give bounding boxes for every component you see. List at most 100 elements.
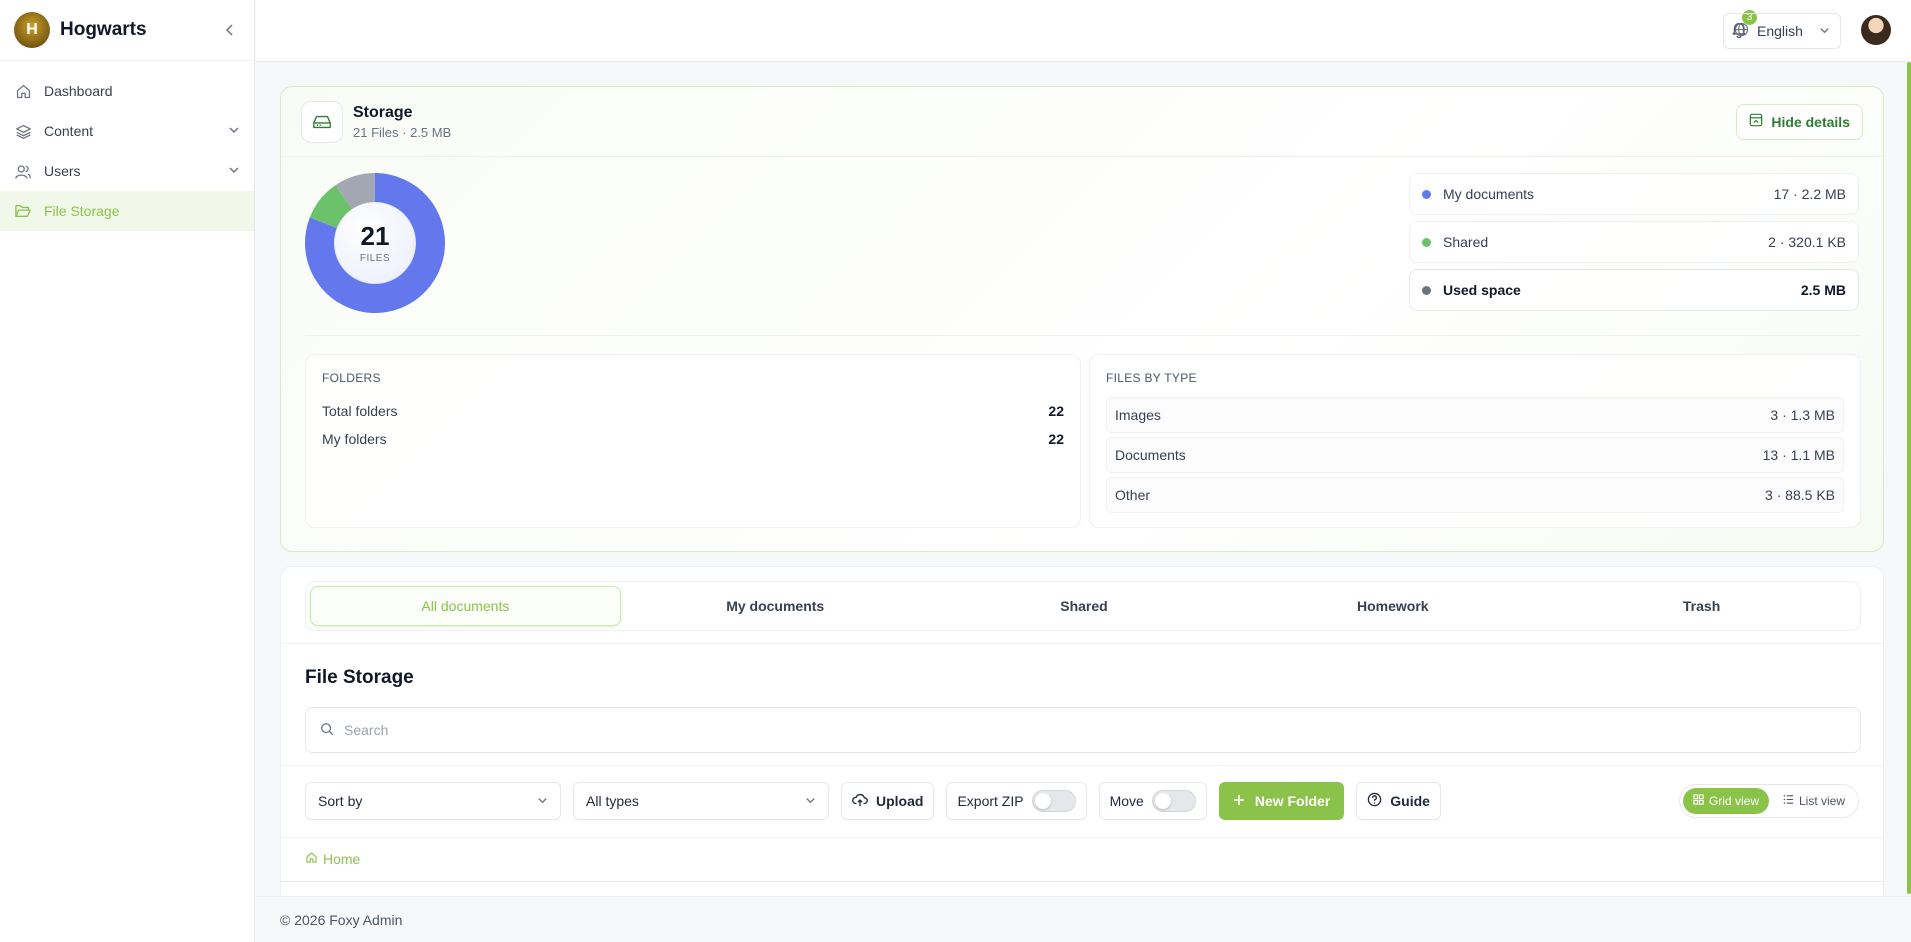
sidebar-item-label: Users [44, 163, 81, 179]
chevron-down-icon [537, 793, 548, 809]
sidebar-item-label: File Storage [44, 203, 120, 219]
hide-details-button[interactable]: Hide details [1736, 103, 1863, 140]
sort-select[interactable]: Sort by [305, 782, 561, 820]
legend-value: 2.5 MB [1800, 282, 1846, 298]
search-icon [320, 722, 334, 739]
grid-view-label: Grid view [1708, 794, 1759, 808]
type-label: All types [586, 793, 639, 809]
list-icon [1783, 794, 1794, 808]
chevron-down-icon[interactable] [228, 163, 240, 179]
files-by-type-panel: FILES BY TYPE Images 3 · 1.3 MB Document… [1089, 354, 1861, 528]
breadcrumb: Home [305, 851, 360, 867]
file-storage-card: All documents My documents Shared Homewo… [280, 566, 1884, 942]
users-icon [14, 162, 32, 180]
sidebar-item-dashboard[interactable]: Dashboard [0, 71, 254, 111]
donut-center: 21 FILES [334, 202, 416, 284]
document-tabs: All documents My documents Shared Homewo… [305, 581, 1861, 631]
export-zip-label: Export ZIP [957, 793, 1024, 809]
row-value: 3 · 1.3 MB [1770, 407, 1835, 423]
legend-value: 17 · 2.2 MB [1773, 186, 1846, 202]
sidebar-item-content[interactable]: Content [0, 111, 254, 151]
search-placeholder: Search [344, 722, 389, 738]
home-icon [14, 82, 32, 100]
tab-homework[interactable]: Homework [1238, 586, 1547, 626]
brand-name: Hogwarts [60, 19, 147, 40]
chevron-down-icon[interactable] [228, 123, 240, 139]
type-row-images: Images 3 · 1.3 MB [1106, 397, 1844, 433]
globe-icon [1734, 22, 1749, 40]
list-view-button[interactable]: List view [1773, 788, 1855, 814]
divider [281, 837, 1883, 838]
new-folder-label: New Folder [1254, 793, 1331, 809]
collapse-panel-icon [1749, 113, 1763, 130]
export-zip-control: Export ZIP [946, 782, 1087, 820]
storage-summary-card: Storage 21 Files · 2.5 MB Hide details 2… [280, 86, 1884, 552]
tab-trash[interactable]: Trash [1547, 586, 1856, 626]
row-label: Other [1115, 487, 1151, 503]
avatar[interactable] [1861, 15, 1891, 45]
collapse-sidebar-icon[interactable] [220, 20, 240, 40]
breadcrumb-home[interactable]: Home [323, 851, 360, 867]
hide-details-label: Hide details [1771, 113, 1850, 130]
row-label: Documents [1115, 447, 1186, 463]
guide-label: Guide [1390, 793, 1430, 809]
row-label: My folders [322, 431, 387, 447]
search-input[interactable]: Search [305, 707, 1861, 753]
help-circle-icon [1367, 792, 1382, 810]
tab-shared[interactable]: Shared [930, 586, 1239, 626]
storage-subtitle: 21 Files · 2.5 MB [353, 124, 452, 140]
list-view-label: List view [1798, 794, 1845, 808]
move-control: Move [1098, 782, 1207, 820]
chevron-down-icon [1819, 23, 1830, 39]
home-icon [305, 851, 318, 867]
language-select[interactable]: English [1723, 13, 1841, 49]
files-by-type-heading: FILES BY TYPE [1106, 371, 1197, 385]
type-select[interactable]: All types [573, 782, 829, 820]
sidebar-item-label: Dashboard [44, 83, 113, 99]
view-switcher: Grid view List view [1678, 784, 1859, 818]
plus-icon [1233, 793, 1245, 809]
legend-used-space: Used space 2.5 MB [1409, 269, 1859, 311]
sidebar-item-file-storage[interactable]: File Storage [0, 191, 254, 231]
hogwarts-logo[interactable]: H [14, 12, 50, 48]
grid-view-button[interactable]: Grid view [1682, 788, 1769, 814]
layers-icon [14, 122, 32, 140]
file-storage-title: File Storage [305, 667, 414, 688]
sort-label: Sort by [318, 793, 363, 809]
folders-row: Total folders 22 [322, 397, 1064, 425]
footer: © 2026 Foxy Admin [256, 896, 1911, 942]
legend-value: 2 · 320.1 KB [1768, 234, 1846, 250]
sidebar-item-label: Content [44, 123, 94, 139]
files-donut-chart: 21 FILES [305, 173, 445, 313]
storage-legend: My documents 17 · 2.2 MB Shared 2 · 320.… [1409, 173, 1859, 317]
export-zip-toggle[interactable] [1031, 790, 1076, 812]
storage-title: Storage [353, 103, 413, 121]
row-value: 22 [1048, 403, 1064, 419]
sidebar-item-users[interactable]: Users [0, 151, 254, 191]
row-value: 13 · 1.1 MB [1762, 447, 1835, 463]
move-label: Move [1109, 793, 1144, 809]
vertical-scrollbar[interactable] [1907, 62, 1911, 894]
type-row-other: Other 3 · 88.5 KB [1106, 477, 1844, 513]
copyright-text: © 2026 Foxy Admin [280, 911, 403, 928]
legend-dot [1422, 285, 1431, 295]
brand: H Hogwarts [0, 0, 254, 61]
folders-panel: FOLDERS Total folders 22 My folders 22 [305, 354, 1081, 528]
new-folder-button[interactable]: New Folder [1218, 782, 1345, 820]
chevron-down-icon [805, 793, 816, 809]
tab-my-documents[interactable]: My documents [621, 586, 930, 626]
main-content: Storage 21 Files · 2.5 MB Hide details 2… [256, 62, 1911, 942]
tab-all-documents[interactable]: All documents [310, 586, 621, 626]
type-row-documents: Documents 13 · 1.1 MB [1106, 437, 1844, 473]
row-value: 22 [1048, 431, 1064, 447]
move-toggle[interactable] [1151, 790, 1196, 812]
sidebar-nav: Dashboard Content Users File Storage [0, 61, 254, 231]
file-toolbar: Sort by All types Upload Export ZIP Move… [305, 781, 1859, 821]
folders-row: My folders 22 [322, 425, 1064, 453]
legend-label: Used space [1443, 282, 1521, 298]
divider [281, 765, 1883, 766]
folders-heading: FOLDERS [322, 371, 381, 385]
donut-label: FILES [359, 252, 391, 264]
guide-button[interactable]: Guide [1356, 782, 1441, 820]
upload-button[interactable]: Upload [841, 782, 935, 820]
